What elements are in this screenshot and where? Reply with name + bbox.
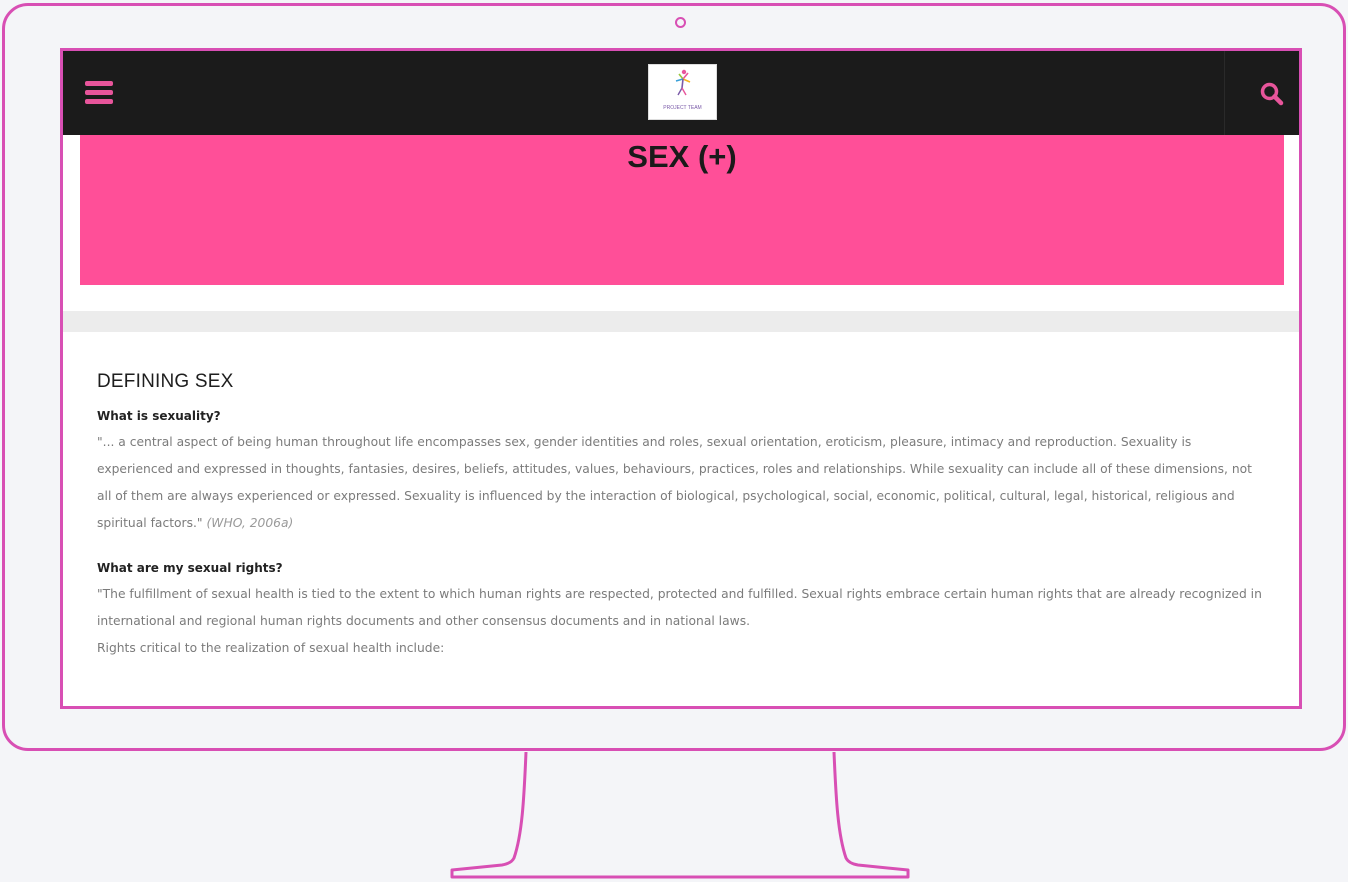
citation: (WHO, 2006a) xyxy=(206,516,294,530)
site-logo[interactable]: PROJECT TEAM xyxy=(648,64,717,120)
main-content: DEFINING SEX What is sexuality? "... a c… xyxy=(97,371,1267,662)
question-heading: What are my sexual rights? xyxy=(97,561,283,575)
question-heading: What is sexuality? xyxy=(97,409,221,423)
hero-banner: SEX (+) xyxy=(80,135,1284,285)
logo-text: PROJECT TEAM xyxy=(663,105,702,111)
question-answer: "The fulfillment of sexual health is tie… xyxy=(97,587,1262,628)
hamburger-menu-icon[interactable] xyxy=(85,81,113,105)
question-block-sexuality: What is sexuality? "... a central aspect… xyxy=(97,409,1267,537)
logo-figure-icon xyxy=(675,69,691,96)
search-icon[interactable] xyxy=(1259,81,1285,107)
browser-screen: PROJECT TEAM SEX (+) DEFINING SEX What i… xyxy=(60,48,1302,709)
question-answer-continued: Rights critical to the realization of se… xyxy=(97,641,445,655)
question-answer: "... a central aspect of being human thr… xyxy=(97,429,1267,537)
question-block-rights: What are my sexual rights? "The fulfillm… xyxy=(97,561,1267,662)
topbar-divider xyxy=(1224,51,1225,135)
section-heading: DEFINING SEX xyxy=(97,371,234,392)
page-title: SEX (+) xyxy=(627,139,737,174)
top-navigation-bar: PROJECT TEAM xyxy=(63,51,1299,135)
section-divider-band xyxy=(63,311,1299,332)
